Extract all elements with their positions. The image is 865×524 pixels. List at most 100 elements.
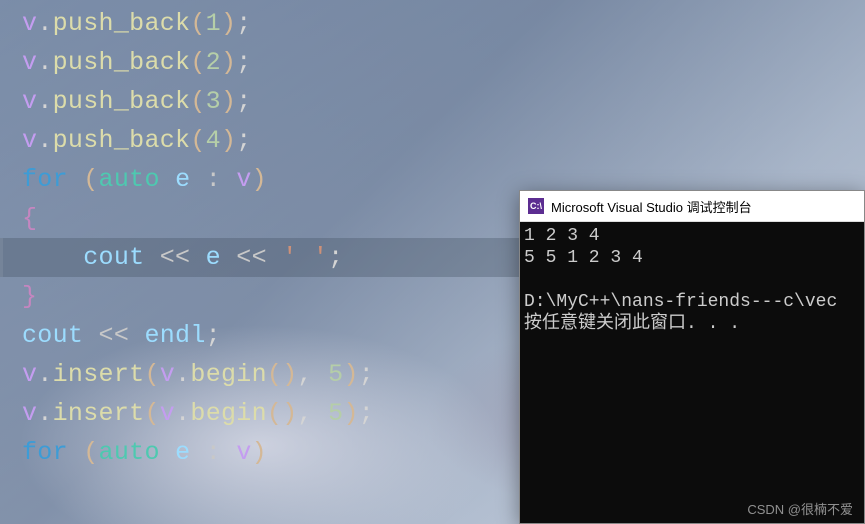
token-fn: push_back [53,9,191,38]
token-paren: ) [221,87,236,116]
token-dot [160,438,175,467]
token-str: ' ' [282,243,328,272]
token-var: v [22,360,37,389]
token-dot [313,399,328,428]
token-dot [221,165,236,194]
token-dot: . [37,399,52,428]
token-var: v [22,126,37,155]
console-icon: C:\ [528,198,544,214]
token-dot: , [298,360,313,389]
token-num: 3 [206,87,221,116]
token-op: << [236,243,267,272]
token-dot [267,243,282,272]
token-num: 2 [206,48,221,77]
token-id: e [175,165,190,194]
token-op: : [206,438,221,467]
token-dot [221,243,236,272]
token-kw: for [22,165,68,194]
token-var: v [236,438,251,467]
token-paren: ) [252,438,267,467]
token-paren: ( [190,126,205,155]
token-num: 1 [206,9,221,38]
token-paren: ) [282,399,297,428]
token-paren: ( [144,399,159,428]
token-paren: ( [267,360,282,389]
token-dot [313,360,328,389]
token-dot: . [37,126,52,155]
token-id: cout [83,243,144,272]
token-dot [190,165,205,194]
token-semi: ; [236,9,251,38]
code-line-3[interactable]: v.push_back(3); [22,82,865,121]
debug-console-window[interactable]: C:\ Microsoft Visual Studio 调试控制台 1 2 3 … [519,190,865,524]
token-paren: ( [83,165,98,194]
console-titlebar[interactable]: C:\ Microsoft Visual Studio 调试控制台 [520,191,864,222]
token-dot [144,243,159,272]
token-op: << [160,243,191,272]
code-line-1[interactable]: v.push_back(1); [22,4,865,43]
token-fn: insert [53,399,145,428]
token-fn: push_back [53,126,191,155]
token-dot [68,438,83,467]
token-id: cout [22,321,83,350]
token-dot [129,321,144,350]
token-dot [68,165,83,194]
token-op: << [99,321,130,350]
console-title: Microsoft Visual Studio 调试控制台 [551,197,752,216]
token-dot: , [298,399,313,428]
token-semi: ; [328,243,343,272]
token-paren: ) [221,126,236,155]
token-id: e [175,438,190,467]
token-var: v [22,48,37,77]
token-brace: } [22,282,37,311]
token-dot: . [175,399,190,428]
token-semi: ; [359,360,374,389]
token-paren: ) [343,360,358,389]
token-dot: . [37,9,52,38]
token-type: auto [99,438,160,467]
token-paren: ( [190,48,205,77]
token-var: v [22,399,37,428]
token-var: v [160,360,175,389]
token-id: endl [144,321,205,350]
token-var: v [160,399,175,428]
token-dot [190,438,205,467]
token-paren: ( [83,438,98,467]
token-semi: ; [236,87,251,116]
token-brace: { [22,204,37,233]
token-num: 5 [328,360,343,389]
token-var: v [236,165,251,194]
token-paren: ) [343,399,358,428]
token-op: : [206,165,221,194]
token-fn: begin [190,399,267,428]
token-dot: . [37,360,52,389]
token-dot [83,321,98,350]
token-var: v [22,9,37,38]
code-line-2[interactable]: v.push_back(2); [22,43,865,82]
token-type: auto [99,165,160,194]
token-semi: ; [236,126,251,155]
token-semi: ; [236,48,251,77]
token-paren: ) [221,9,236,38]
token-fn: begin [190,360,267,389]
token-var: v [22,87,37,116]
token-dot: . [175,360,190,389]
token-paren: ) [282,360,297,389]
token-fn: insert [53,360,145,389]
token-num: 4 [206,126,221,155]
token-paren: ) [221,48,236,77]
token-dot [190,243,205,272]
token-paren: ) [252,165,267,194]
token-semi: ; [206,321,221,350]
token-num: 5 [328,399,343,428]
token-fn: push_back [53,48,191,77]
token-semi: ; [359,399,374,428]
console-output[interactable]: 1 2 3 4 5 5 1 2 3 4 D:\MyC++\nans-friend… [520,222,864,523]
token-id: e [206,243,221,272]
token-kw: for [22,438,68,467]
code-line-4[interactable]: v.push_back(4); [22,121,865,160]
token-paren: ( [144,360,159,389]
token-dot: . [37,48,52,77]
token-paren: ( [190,9,205,38]
token-dot [160,165,175,194]
